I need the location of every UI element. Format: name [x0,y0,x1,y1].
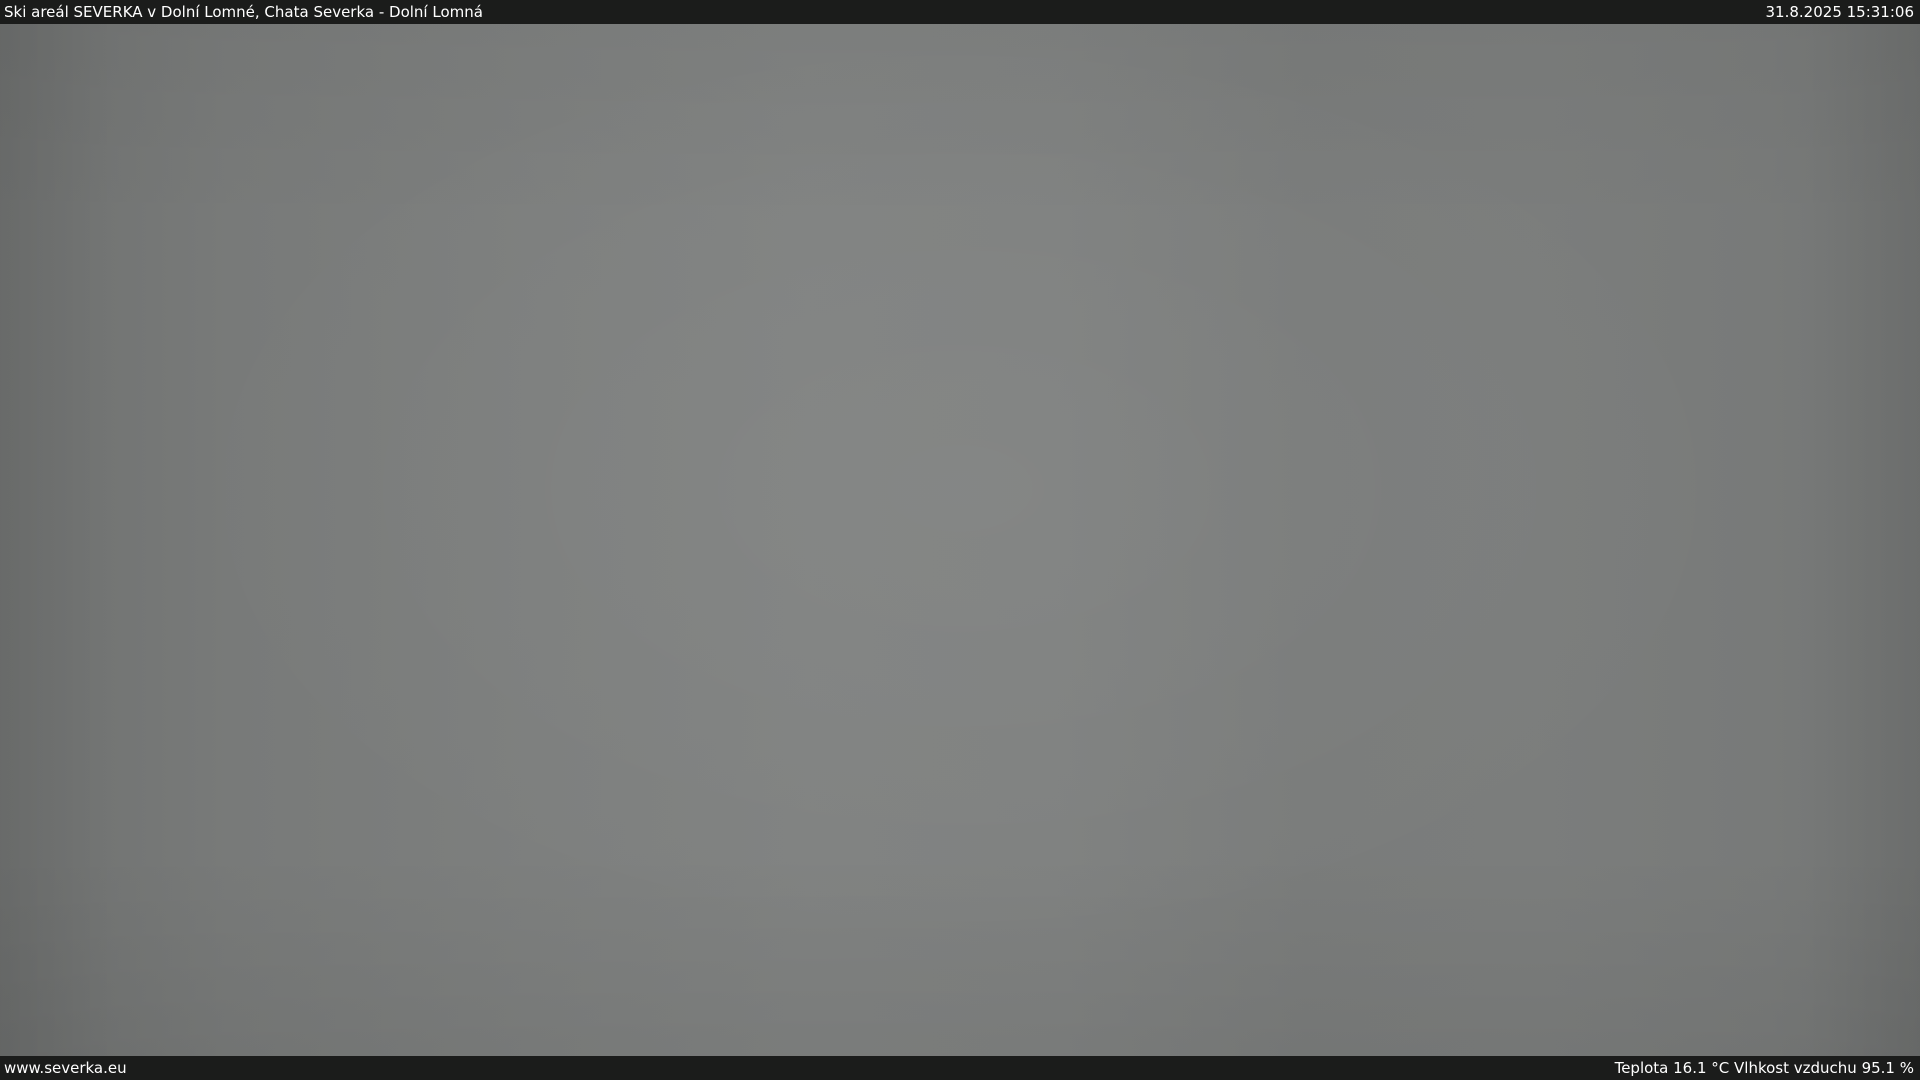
webcam-image-foggy-view [0,24,1920,1056]
webcam-header-bar: Ski areál SEVERKA v Dolní Lomné, Chata S… [0,0,1920,24]
webcam-timestamp: 31.8.2025 15:31:06 [1765,3,1914,21]
webcam-frame: Ski areál SEVERKA v Dolní Lomné, Chata S… [0,0,1920,1080]
webcam-title: Ski areál SEVERKA v Dolní Lomné, Chata S… [4,3,483,21]
website-url: www.severka.eu [4,1059,127,1077]
webcam-footer-bar: www.severka.eu Teplota 16.1 °C Vlhkost v… [0,1056,1920,1080]
weather-readout: Teplota 16.1 °C Vlhkost vzduchu 95.1 % [1614,1059,1914,1077]
